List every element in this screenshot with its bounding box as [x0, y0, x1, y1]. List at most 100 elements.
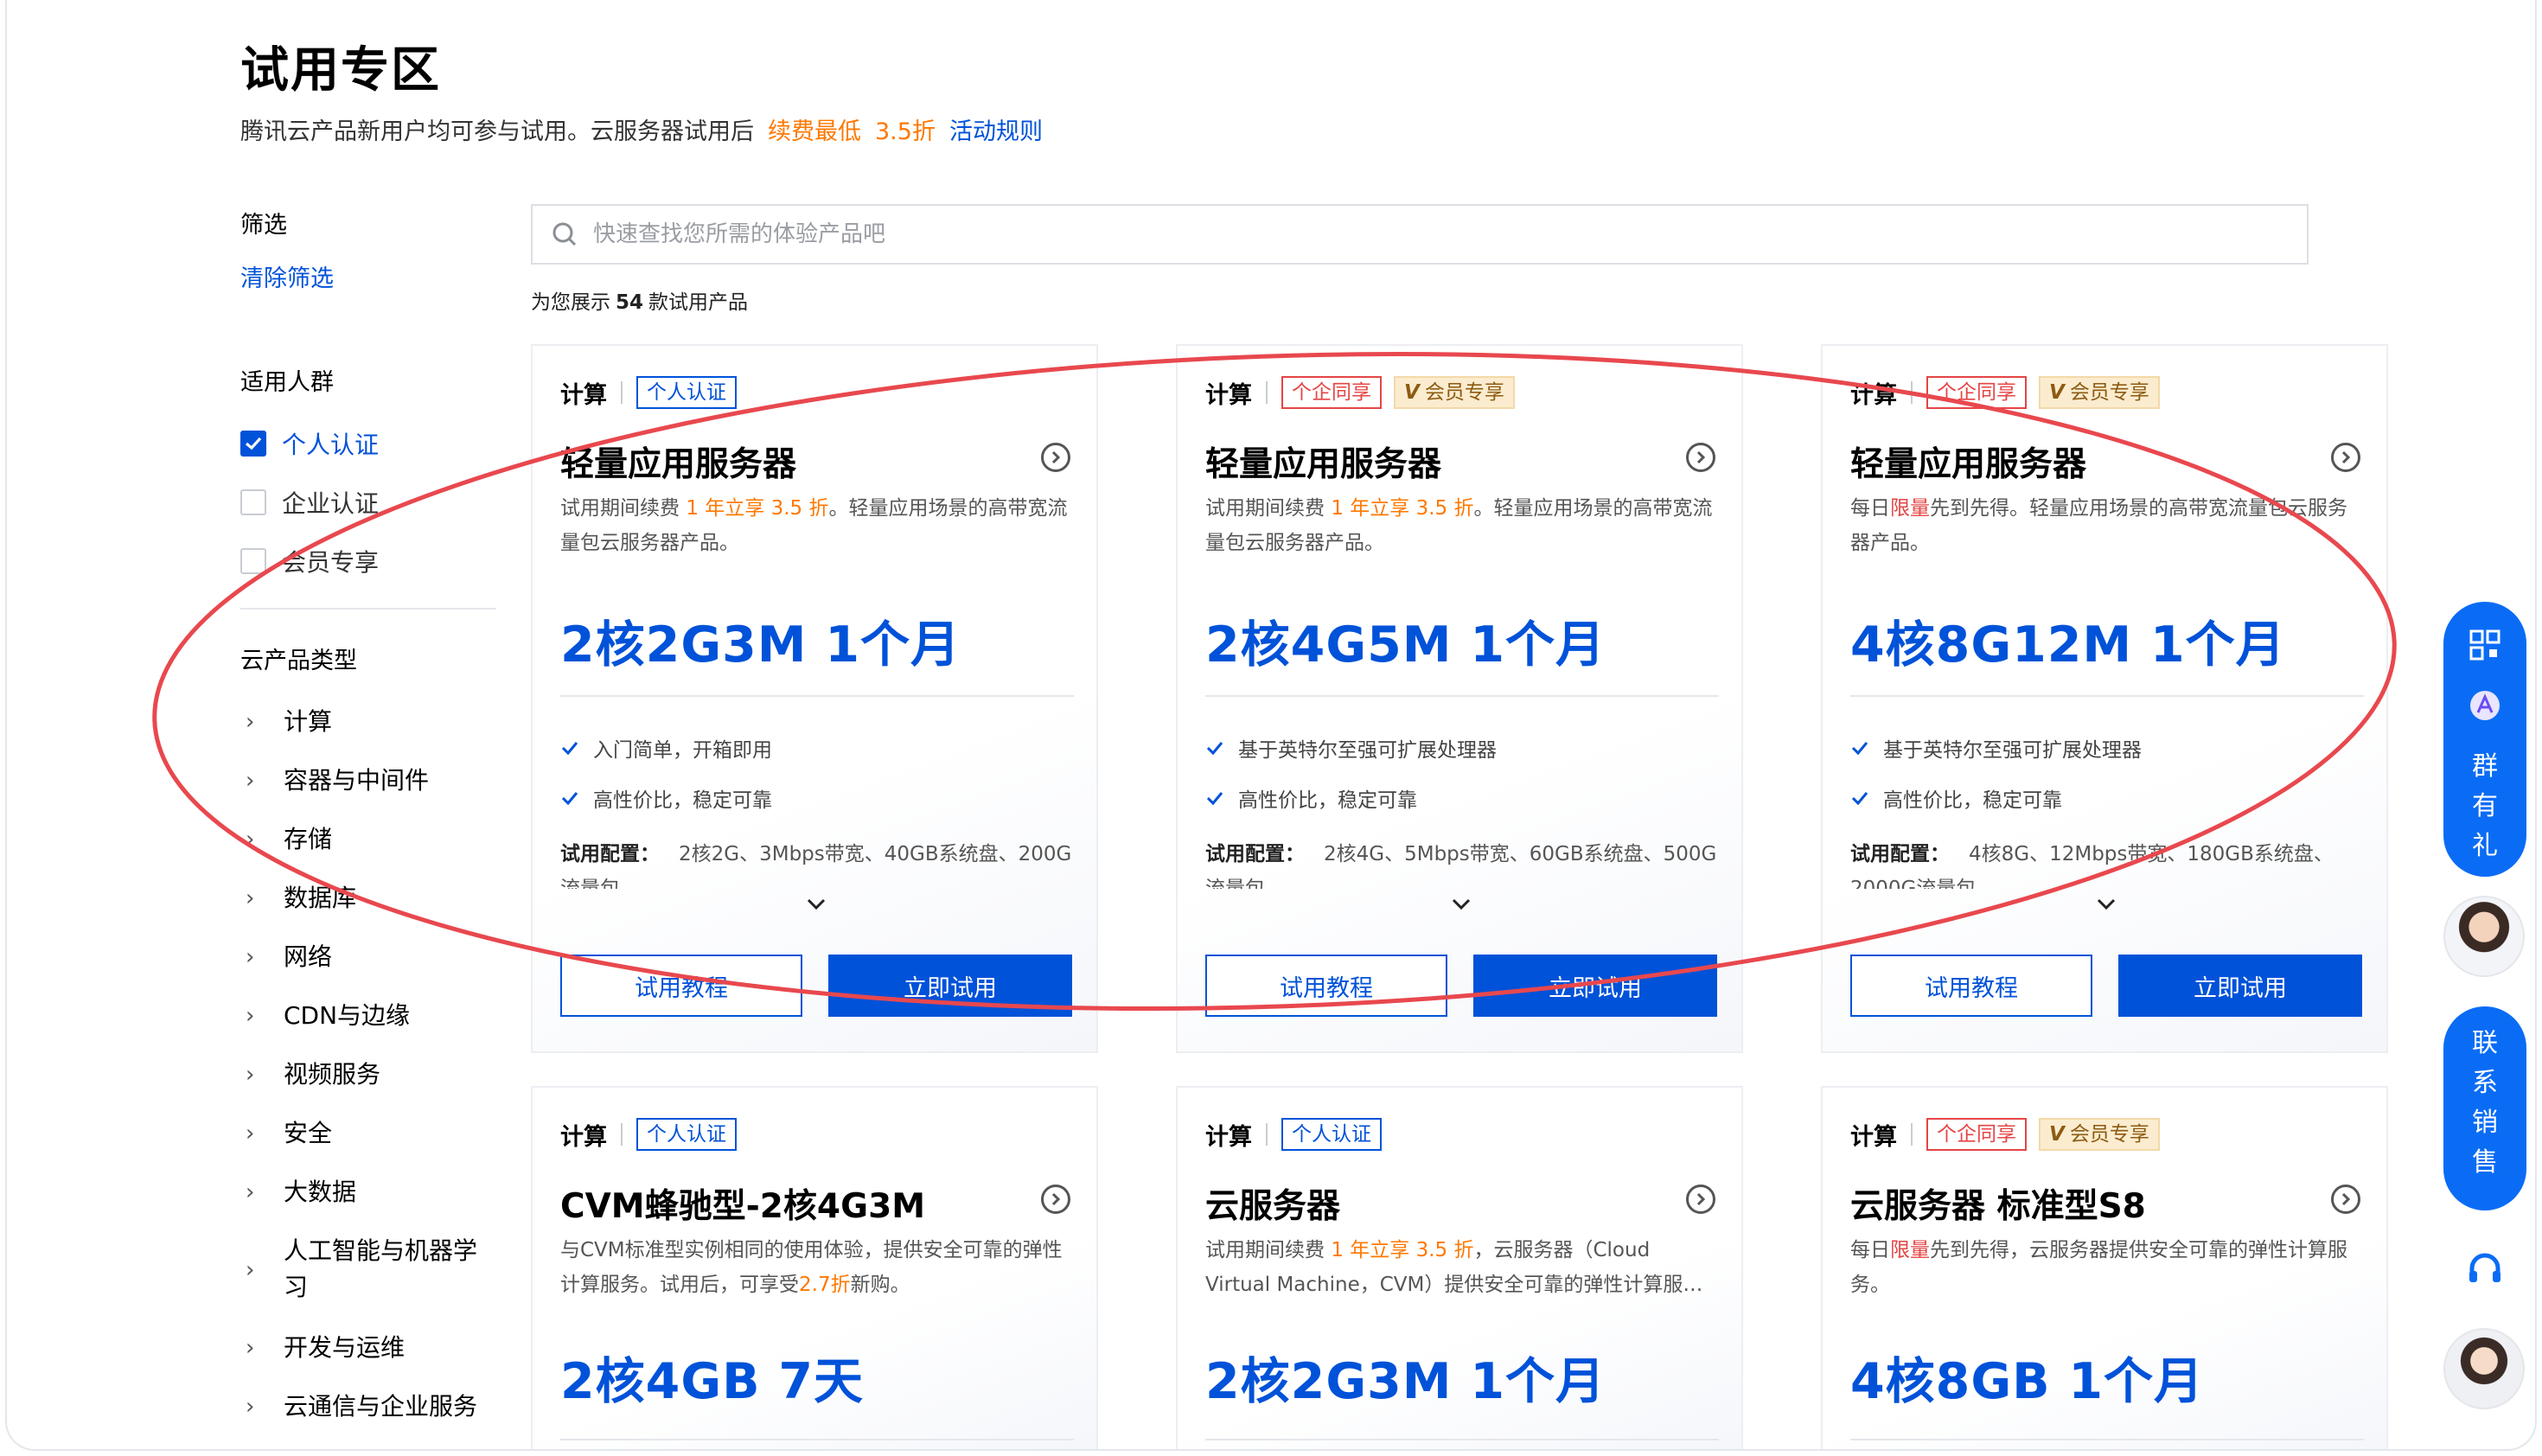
card-divider [560, 695, 1074, 697]
category-label: 大数据 [284, 1178, 357, 1206]
card-tags: 计算 个人认证 [560, 375, 749, 410]
category-communication[interactable]: › 云通信与企业服务 [246, 1389, 496, 1425]
category-ai[interactable]: › 人工智能与机器学习 [246, 1233, 496, 1306]
chevron-down-icon[interactable] [2089, 897, 2124, 922]
category-label: 网络 [284, 942, 333, 971]
chevron-down-icon[interactable] [799, 897, 833, 922]
feature-item: 基于英特尔至强可扩展处理器 [1850, 733, 2142, 763]
tutorial-button[interactable]: 试用教程 [1850, 955, 2092, 1017]
desc-text: 新购。 [850, 1274, 910, 1296]
tutorial-button[interactable]: 试用教程 [1205, 955, 1447, 1017]
join-group-widget[interactable]: 群有礼 [2443, 602, 2526, 877]
category-security[interactable]: › 安全 [246, 1115, 496, 1152]
card-description: 试用期间续费 1 年立享 3.5 折。轻量应用场景的高带宽流量包云服务器产品。 [560, 491, 1070, 560]
desc-highlight: 1 年立享 3.5 折 [686, 497, 829, 520]
config-label: 试用配置： [1205, 843, 1305, 865]
category-network[interactable]: › 网络 [246, 939, 496, 975]
arrow-right-circle-icon[interactable] [1041, 1185, 1070, 1214]
assistant-avatar[interactable] [2443, 896, 2525, 977]
tag-shared: 个企同享 [1926, 1118, 2027, 1151]
sidebar-divider [240, 608, 496, 610]
audience-label: 企业认证 [282, 489, 380, 518]
tutorial-button[interactable]: 试用教程 [560, 955, 802, 1017]
search-input[interactable] [593, 221, 2149, 247]
category-bigdata[interactable]: › 大数据 [246, 1174, 496, 1210]
arrow-right-circle-icon[interactable] [2331, 1185, 2360, 1214]
tag-text: 会员专享 [2069, 1123, 2149, 1146]
count-suffix: 款试用产品 [648, 291, 749, 314]
arrow-right-circle-icon[interactable] [1686, 443, 1715, 472]
page-title: 试用专区 [240, 42, 441, 99]
desc-text: 试用期间续费 [1205, 1239, 1325, 1261]
card-category: 计算 [1205, 381, 1252, 409]
card-title[interactable]: 轻量应用服务器 [1205, 437, 1441, 486]
checkbox-checked-icon[interactable] [240, 431, 266, 457]
feature-text: 高性价比，稳定可靠 [1238, 789, 1417, 812]
category-label: 数据库 [284, 884, 357, 912]
check-icon [1851, 742, 1868, 756]
tag-member: V 会员专享 [1394, 376, 1515, 409]
checkbox-icon[interactable] [240, 489, 266, 515]
arrow-right-circle-icon[interactable] [1041, 443, 1070, 472]
category-label: 计算 [284, 707, 333, 736]
result-count: 为您展示 54 款试用产品 [531, 285, 748, 315]
chevron-right-icon: › [246, 1121, 255, 1146]
category-database[interactable]: › 数据库 [246, 880, 496, 916]
desc-text: 每日 [1850, 497, 1890, 520]
search-box[interactable] [531, 204, 2309, 265]
product-card[interactable]: 计算 个企同享 V 会员专享 云服务器 标准型S8 每日限量先到先得，云服务器提供… [1821, 1086, 2388, 1449]
card-tags: 计算 个企同享 V 会员专享 [1850, 375, 2172, 410]
contact-sales-widget[interactable]: 联系销售 [2443, 1006, 2526, 1210]
try-now-button[interactable]: 立即试用 [2118, 955, 2362, 1017]
audience-label: 个人认证 [282, 431, 380, 459]
chevron-down-icon[interactable] [1444, 897, 1479, 922]
card-title[interactable]: 轻量应用服务器 [1850, 437, 2086, 486]
chevron-right-icon: › [246, 944, 255, 970]
product-card[interactable]: 计算 个人认证 云服务器 试用期间续费 1 年立享 3.5 折，云服务器（Clo… [1176, 1086, 1743, 1449]
clear-filter-link[interactable]: 清除筛选 [240, 259, 334, 293]
category-cdn[interactable]: › CDN与边缘 [246, 998, 496, 1034]
audience-personal[interactable]: 个人认证 [240, 429, 380, 459]
card-title[interactable]: CVM蜂驰型-2核4G3M [560, 1179, 925, 1228]
product-card[interactable]: 计算 个人认证 CVM蜂驰型-2核4G3M 与CVM标准型实例相同的使用体验，提… [531, 1086, 1098, 1449]
chevron-right-icon: › [246, 1394, 255, 1420]
chevron-right-icon: › [246, 1062, 255, 1088]
category-devops[interactable]: › 开发与运维 [246, 1330, 496, 1366]
count-number: 54 [616, 291, 644, 314]
tag-separator [1911, 1123, 1913, 1146]
card-config: 试用配置： 4核8G、12Mbps带宽、180GB系统盘、2000G流量包 [1850, 837, 2364, 889]
card-title[interactable]: 云服务器 [1205, 1179, 1340, 1228]
arrow-right-circle-icon[interactable] [1686, 1185, 1715, 1214]
try-now-button[interactable]: 立即试用 [1473, 955, 1717, 1017]
desc-highlight: 限量 [1890, 497, 1930, 520]
checkbox-icon[interactable] [240, 548, 266, 574]
tag-shared: 个企同享 [1281, 376, 1382, 409]
category-container[interactable]: › 容器与中间件 [246, 763, 496, 799]
product-card[interactable]: 计算 个人认证 轻量应用服务器 试用期间续费 1 年立享 3.5 折。轻量应用场… [531, 344, 1098, 1053]
activity-rules-link[interactable]: 活动规则 [949, 118, 1043, 145]
card-title[interactable]: 轻量应用服务器 [560, 437, 796, 486]
chevron-right-icon: › [246, 709, 255, 735]
tag-separator [621, 381, 623, 404]
feature-item: 高性价比，稳定可靠 [1205, 783, 1417, 813]
desc-highlight: 1 年立享 3.5 折 [1331, 497, 1474, 520]
card-title[interactable]: 云服务器 标准型S8 [1850, 1179, 2146, 1228]
card-description: 试用期间续费 1 年立享 3.5 折。轻量应用场景的高带宽流量包云服务器产品。 [1205, 491, 1715, 560]
product-card[interactable]: 计算 个企同享 V 会员专享 轻量应用服务器 每日限量先到先得。轻量应用场景的高带… [1821, 344, 2388, 1053]
user-avatar[interactable] [2443, 1328, 2525, 1409]
category-storage[interactable]: › 存储 [246, 821, 496, 858]
headset-icon[interactable] [2443, 1228, 2526, 1311]
arrow-right-circle-icon[interactable] [2331, 443, 2360, 472]
try-now-button[interactable]: 立即试用 [828, 955, 1072, 1017]
desc-highlight: 1 年立享 3.5 折 [1331, 1239, 1474, 1261]
audience-member[interactable]: 会员专享 [240, 546, 380, 577]
category-label: 云通信与企业服务 [284, 1392, 478, 1421]
category-video[interactable]: › 视频服务 [246, 1057, 496, 1093]
card-description: 与CVM标准型实例相同的使用体验，提供安全可靠的弹性计算服务。试用后，可享受2.… [560, 1233, 1070, 1302]
audience-enterprise[interactable]: 企业认证 [240, 488, 380, 518]
product-card[interactable]: 计算 个企同享 V 会员专享 轻量应用服务器 试用期间续费 1 年立享 3.5 折… [1176, 344, 1743, 1053]
feature-item: 入门简单，开箱即用 [560, 733, 772, 763]
card-divider [1205, 1439, 1719, 1440]
audience-label: 会员专享 [282, 548, 380, 577]
category-compute[interactable]: › 计算 [246, 704, 496, 740]
